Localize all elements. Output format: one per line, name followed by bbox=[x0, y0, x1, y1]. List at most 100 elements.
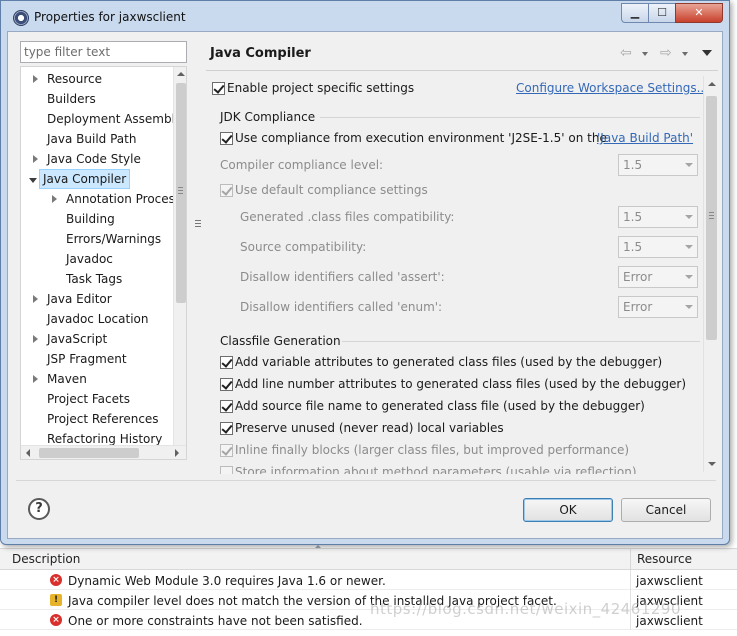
classfile-option-label: Add line number attributes to generated … bbox=[235, 377, 687, 391]
tree-item[interactable]: Maven bbox=[33, 369, 87, 389]
assert-identifier-label: Disallow identifiers called 'assert': bbox=[240, 270, 445, 284]
tree-vertical-scrollbar[interactable] bbox=[173, 67, 186, 445]
collapsed-arrow-icon[interactable] bbox=[33, 75, 38, 83]
minimize-button[interactable]: ▁ bbox=[621, 3, 649, 23]
tree-item[interactable]: Java Compiler bbox=[29, 169, 131, 189]
maximize-button[interactable]: ☐ bbox=[648, 3, 676, 23]
compliance-level-value: 1.5 bbox=[623, 158, 643, 172]
window-title: Properties for jaxwsclient bbox=[34, 10, 186, 24]
scroll-right-icon[interactable] bbox=[175, 449, 179, 457]
use-compliance-checkbox[interactable] bbox=[220, 132, 233, 145]
tree-item-label: Refactoring History bbox=[47, 432, 163, 446]
problems-view: Description Resource × Dynamic Web Modul… bbox=[0, 530, 737, 636]
collapsed-arrow-icon[interactable] bbox=[33, 155, 38, 163]
tree-item[interactable]: Javadoc bbox=[66, 249, 113, 269]
compliance-level-combo[interactable]: 1.5 bbox=[618, 154, 698, 176]
scroll-down-icon[interactable] bbox=[708, 462, 716, 466]
problem-description: One or more constraints have not been sa… bbox=[68, 614, 363, 628]
help-icon[interactable]: ? bbox=[28, 498, 50, 520]
enable-project-settings-checkbox[interactable] bbox=[212, 82, 225, 95]
problem-row[interactable]: × Dynamic Web Module 3.0 requires Java 1… bbox=[0, 570, 737, 590]
forward-arrow-icon[interactable]: ⇨ bbox=[660, 45, 672, 61]
error-quickfix-icon: ! bbox=[50, 594, 62, 606]
classfile-option-checkbox[interactable] bbox=[220, 378, 233, 391]
tree-item[interactable]: Project References bbox=[47, 409, 159, 429]
compliance-level-label: Compiler compliance level: bbox=[220, 158, 384, 172]
tree-item[interactable]: Resource bbox=[33, 69, 103, 89]
tree-item[interactable]: Building bbox=[66, 209, 115, 229]
enum-identifier-combo[interactable]: Error bbox=[618, 296, 698, 318]
property-tree: Resource Builders Deployment Assembly Java … bbox=[20, 66, 187, 460]
title-bar[interactable]: Properties for jaxwsclient ▁ ☐ ✕ bbox=[1, 1, 729, 35]
classfile-option-label: Store information about method parameter… bbox=[235, 465, 637, 474]
configure-workspace-link[interactable]: Configure Workspace Settings... bbox=[516, 80, 708, 96]
classfile-option-label: Inline finally blocks (larger class file… bbox=[235, 443, 630, 457]
column-description[interactable]: Description bbox=[4, 549, 630, 569]
tree-item[interactable]: Java Build Path bbox=[47, 129, 136, 149]
tree-horizontal-scrollbar[interactable] bbox=[21, 445, 186, 459]
tree-item-label: Builders bbox=[47, 92, 96, 106]
classfile-option-checkbox[interactable] bbox=[220, 444, 233, 457]
view-menu-icon[interactable] bbox=[702, 50, 712, 56]
collapsed-arrow-icon[interactable] bbox=[33, 375, 38, 383]
classfile-option-checkbox[interactable] bbox=[220, 356, 233, 369]
tree-item-label: Javadoc Location bbox=[47, 312, 149, 326]
use-default-compliance-checkbox[interactable] bbox=[220, 184, 233, 197]
properties-dialog: Properties for jaxwsclient ▁ ☐ ✕ type fi… bbox=[0, 0, 730, 545]
collapsed-arrow-icon[interactable] bbox=[33, 335, 38, 343]
tree-item-label: Project References bbox=[47, 412, 159, 426]
use-default-compliance-label: Use default compliance settings bbox=[235, 183, 428, 197]
enable-project-settings-label: Enable project specific settings bbox=[227, 81, 415, 95]
splitter-sash[interactable] bbox=[195, 66, 201, 460]
page-vertical-scrollbar[interactable] bbox=[703, 76, 718, 472]
tree-hscroll-thumb[interactable] bbox=[39, 448, 139, 458]
source-compat-combo[interactable]: 1.5 bbox=[618, 236, 698, 258]
enum-identifier-label: Disallow identifiers called 'enum': bbox=[240, 300, 443, 314]
assert-identifier-combo[interactable]: Error bbox=[618, 266, 698, 288]
page-scroll-thumb[interactable] bbox=[706, 96, 717, 340]
tree-item-label: Task Tags bbox=[66, 272, 123, 286]
scroll-up-icon[interactable] bbox=[177, 72, 185, 76]
scroll-up-icon[interactable] bbox=[708, 82, 716, 86]
tree-item[interactable]: Annotation Processing bbox=[52, 189, 186, 209]
tree-item[interactable]: Task Tags bbox=[66, 269, 122, 289]
tree-item[interactable]: Deployment Assembly bbox=[47, 109, 182, 129]
column-resource[interactable]: Resource bbox=[630, 549, 737, 569]
tree-item[interactable]: Java Code Style bbox=[33, 149, 141, 169]
forward-history-dropdown-icon[interactable] bbox=[682, 52, 688, 56]
chevron-down-icon bbox=[680, 207, 697, 227]
collapsed-arrow-icon[interactable] bbox=[33, 295, 38, 303]
tree-item[interactable]: Java Editor bbox=[33, 289, 112, 309]
tree-item[interactable]: JSP Fragment bbox=[47, 349, 127, 369]
dialog-client-area: type filter text Resource Builders Deploym… bbox=[7, 31, 723, 539]
chevron-down-icon bbox=[680, 155, 697, 175]
tree-item[interactable]: Errors/Warnings bbox=[66, 229, 161, 249]
watermark: https://blog.csdn.net/weixin_42461290 bbox=[370, 600, 682, 618]
classfile-option-checkbox[interactable] bbox=[220, 400, 233, 413]
tree-item-label: Java Build Path bbox=[47, 132, 137, 146]
back-history-dropdown-icon[interactable] bbox=[642, 52, 648, 56]
classfile-option-checkbox[interactable] bbox=[220, 422, 233, 435]
source-compat-value: 1.5 bbox=[623, 240, 643, 254]
generated-compat-combo[interactable]: 1.5 bbox=[618, 206, 698, 228]
classfile-option-label: Preserve unused (never read) local varia… bbox=[235, 421, 504, 435]
tree-item[interactable]: Javadoc Location bbox=[47, 309, 148, 329]
classfile-option-checkbox[interactable] bbox=[220, 466, 233, 474]
ok-button[interactable]: OK bbox=[523, 498, 613, 522]
scroll-left-icon[interactable] bbox=[26, 449, 30, 457]
tree-scroll-thumb[interactable] bbox=[176, 83, 186, 303]
cancel-button[interactable]: Cancel bbox=[621, 498, 711, 522]
tree-item[interactable]: JavaScript bbox=[33, 329, 107, 349]
collapsed-arrow-icon[interactable] bbox=[52, 195, 57, 203]
tree-item-label: Java Code Style bbox=[47, 152, 141, 166]
close-button[interactable]: ✕ bbox=[675, 3, 723, 23]
filter-input[interactable]: type filter text bbox=[20, 41, 187, 63]
eclipse-icon bbox=[13, 10, 29, 26]
use-compliance-label: Use compliance from execution environmen… bbox=[235, 131, 607, 145]
tree-item-label: Resource bbox=[47, 72, 103, 86]
expanded-arrow-icon[interactable] bbox=[29, 178, 37, 183]
java-build-path-link[interactable]: 'Java Build Path' bbox=[597, 130, 693, 146]
tree-item[interactable]: Builders bbox=[47, 89, 96, 109]
back-arrow-icon[interactable]: ⇦ bbox=[620, 45, 632, 61]
tree-item[interactable]: Project Facets bbox=[47, 389, 130, 409]
